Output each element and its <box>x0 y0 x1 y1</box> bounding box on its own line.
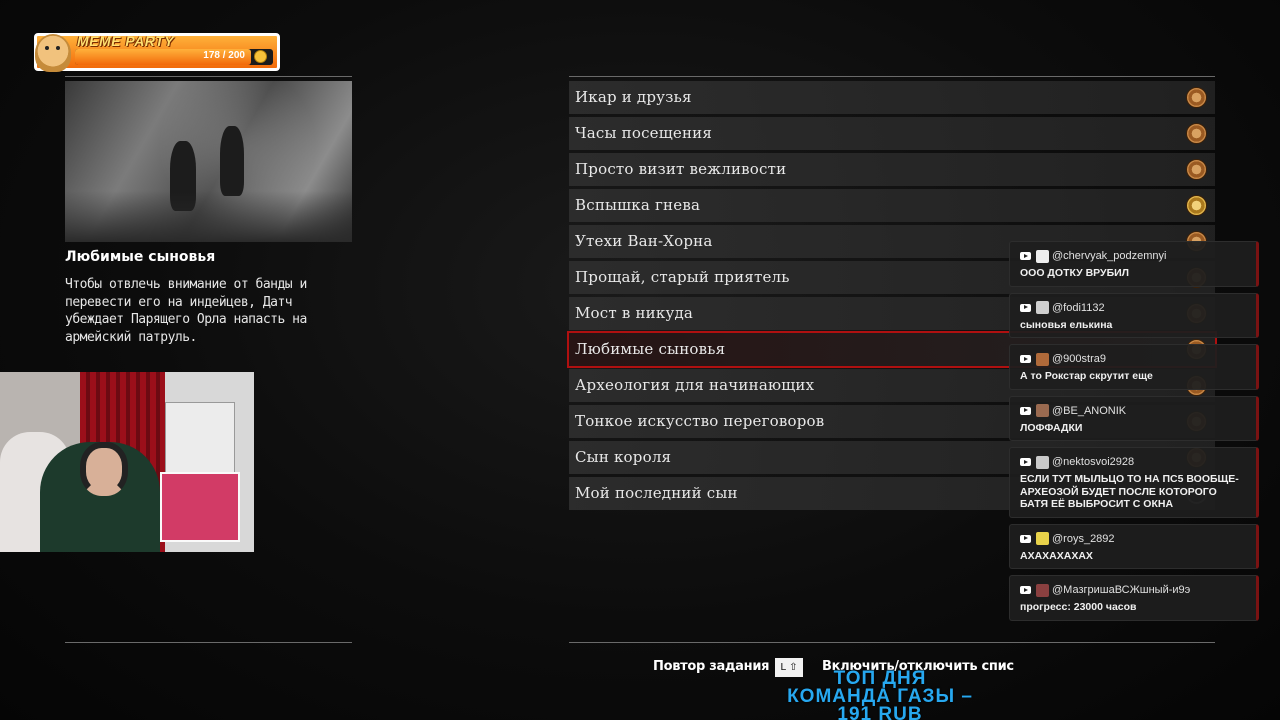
mission-label: Любимые сыновья <box>575 340 726 358</box>
chat-username: @nektosvoi2928 <box>1052 456 1135 468</box>
avatar <box>1036 532 1049 545</box>
chat-username: @fodi1132 <box>1052 301 1105 314</box>
replay-mission-hint[interactable]: Повтор задания <box>653 659 769 674</box>
chat-message: @chervyak_podzemnyi ООО ДОТКУ ВРУБИЛ <box>1009 241 1259 287</box>
chat-username: @МазгришаВСЖшный-и9э <box>1052 584 1191 596</box>
chat-text: ЛОФФАДКИ <box>1020 421 1083 434</box>
top-donation-line: 191 RUB <box>837 704 923 720</box>
chat-username: @chervyak_podzemnyi <box>1052 250 1167 262</box>
meme-party-widget: MEME PARTY 178 / 200 <box>34 33 280 72</box>
youtube-icon <box>1020 458 1031 466</box>
mission-label: Икар и друзья <box>575 88 692 106</box>
meme-party-progress: 178 / 200 <box>75 49 273 65</box>
medal-icon <box>1186 159 1207 180</box>
mission-row[interactable]: Часы посещения <box>569 117 1215 150</box>
mission-label: Мост в никуда <box>575 304 694 322</box>
mission-label: Мой последний сын <box>575 484 738 502</box>
chat-username: @BE_ANONIK <box>1052 404 1127 417</box>
chat-text: А то Рокстар скрутит еще <box>1020 370 1153 382</box>
mission-preview-image <box>65 81 352 242</box>
divider <box>569 642 1215 643</box>
youtube-icon <box>1020 252 1031 260</box>
chat-message: @900stra9 А то Рокстар скрутит еще <box>1009 344 1259 390</box>
chat-username: @900stra9 <box>1052 353 1106 365</box>
avatar <box>1036 249 1049 263</box>
mission-label: Сын короля <box>575 448 672 466</box>
chat-message: @МазгришаВСЖшный-и9э прогресс: 23000 часо… <box>1009 575 1259 621</box>
medal-icon <box>1186 123 1207 144</box>
chat-message: @fodi1132 сыновья елькина <box>1009 292 1259 338</box>
youtube-icon <box>1020 586 1031 594</box>
divider <box>65 642 352 643</box>
coin-icon <box>254 50 267 63</box>
mission-label: Часы посещения <box>575 124 713 142</box>
mission-label: Тонкое искусство переговоров <box>575 412 825 430</box>
doge-icon <box>35 34 71 72</box>
divider <box>569 76 1215 77</box>
top-donation-banner: ТОП ДНЯ КОМАНДА ГАЗЫ –191 RUB <box>760 669 1000 720</box>
medal-icon <box>1186 195 1207 216</box>
chat-username: @roys_2892 <box>1052 532 1115 545</box>
mission-label: Археология для начинающих <box>575 376 815 394</box>
webcam-feed <box>0 372 254 552</box>
mission-row[interactable]: Вспышка гнева <box>569 189 1215 222</box>
chat-message: @roys_2892 АХАХАХАХАХ <box>1009 523 1259 569</box>
mission-description: Чтобы отвлечь внимание от банды и переве… <box>65 277 307 345</box>
avatar <box>1036 455 1049 469</box>
divider <box>65 76 352 77</box>
chat-text: ООО ДОТКУ ВРУБИЛ <box>1020 267 1130 279</box>
chat-text: АХАХАХАХАХ <box>1020 549 1093 562</box>
youtube-icon <box>1020 406 1031 415</box>
mission-label: Утехи Ван-Хорна <box>575 232 713 250</box>
chat-message: @BE_ANONIK ЛОФФАДКИ <box>1009 395 1259 441</box>
youtube-icon <box>1020 355 1031 363</box>
mission-label: Вспышка гнева <box>575 196 701 214</box>
avatar <box>1036 583 1049 597</box>
mission-row[interactable]: Просто визит вежливости <box>569 153 1215 186</box>
mission-row[interactable]: Икар и друзья <box>569 81 1215 114</box>
avatar <box>1036 301 1049 314</box>
mission-title: Любимые сыновья <box>65 249 216 265</box>
avatar <box>1036 352 1049 366</box>
youtube-icon <box>1020 303 1031 312</box>
mission-label: Прощай, старый приятель <box>575 268 790 286</box>
chat-message: @nektosvoi2928 ЕСЛИ ТУТ МЫЛЬЦО ТО НА ПС5 … <box>1009 447 1259 518</box>
avatar <box>1036 404 1049 417</box>
meme-party-title: MEME PARTY <box>77 33 175 49</box>
meme-party-count: 178 / 200 <box>203 50 245 61</box>
medal-icon <box>1186 87 1207 108</box>
youtube-icon <box>1020 534 1031 543</box>
chat-text: ЕСЛИ ТУТ МЫЛЬЦО ТО НА ПС5 ВООБЩЕ-АРХЕОЗО… <box>1020 473 1239 510</box>
mission-label: Просто визит вежливости <box>575 160 787 178</box>
chat-overlay: @chervyak_podzemnyi ООО ДОТКУ ВРУБИЛ @fodi… <box>1009 241 1259 627</box>
chat-text: прогресс: 23000 часов <box>1020 601 1137 613</box>
chat-text: сыновья елькина <box>1020 318 1113 331</box>
